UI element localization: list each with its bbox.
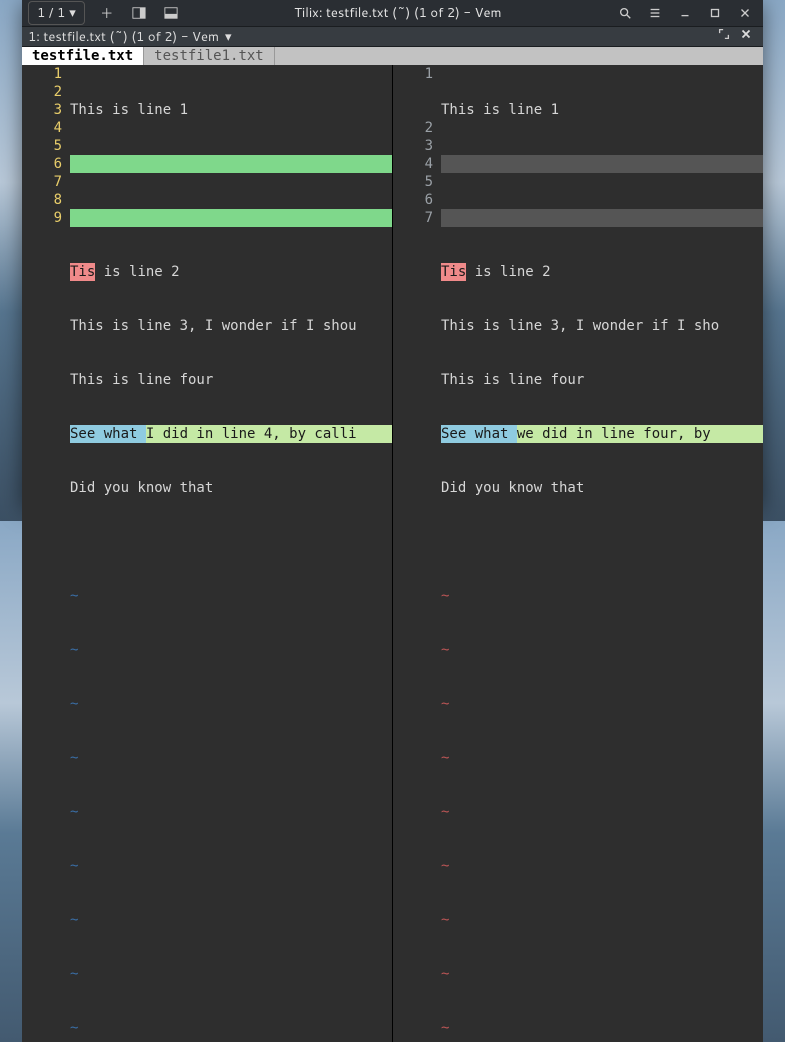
tilde-line: ~ <box>441 587 763 605</box>
text-line: This is line 3, I wonder if I shou <box>70 317 357 335</box>
left-gutter: 1 2 3 4 5 6 7 8 9 <box>22 65 70 1042</box>
minimize-icon <box>678 6 692 20</box>
split-down-button[interactable] <box>157 0 185 26</box>
terminal-tabbar: 1: testfile.txt (~) (1 of 2) - Vem ▾ <box>22 27 763 47</box>
left-pane[interactable]: 1 2 3 4 5 6 7 8 9 This is line 1 Tis is … <box>22 65 392 1042</box>
left-content[interactable]: This is line 1 Tis is line 2 This is lin… <box>70 65 392 1042</box>
text-line: is line 2 <box>466 263 550 281</box>
right-pane[interactable]: 1 2 3 4 5 6 7 This is line 1 Tis is line… <box>392 65 763 1042</box>
diff-removed-segment: Tis <box>70 263 95 281</box>
tilde-line: ~ <box>70 965 392 983</box>
session-count: 1 / 1 <box>37 4 65 22</box>
line-number: 5 <box>22 137 62 155</box>
new-session-button[interactable]: ＋ <box>93 0 121 26</box>
text-line: This is line four <box>441 371 584 389</box>
text-line: This is line 3, I wonder if I sho <box>441 317 719 335</box>
tilde-line: ~ <box>441 1019 763 1037</box>
line-number: 1 <box>393 65 433 83</box>
close-icon <box>739 27 753 41</box>
buffer-tab-active[interactable]: testfile.txt <box>22 47 144 65</box>
line-number: 2 <box>22 83 62 101</box>
line-number: 2 <box>393 119 433 137</box>
chevron-down-icon: ▾ <box>69 4 76 22</box>
split-right-button[interactable] <box>125 0 153 26</box>
diff-filler-line <box>441 155 763 173</box>
maximize-icon <box>708 6 722 20</box>
line-number: 8 <box>22 191 62 209</box>
buffer-tab-label: testfile1.txt <box>154 47 264 65</box>
expand-icon <box>717 27 731 41</box>
tilde-line: ~ <box>70 803 392 821</box>
diff-removed-segment: Tis <box>441 263 466 281</box>
buffer-tab-inactive[interactable]: testfile1.txt <box>144 47 275 65</box>
window-titlebar: 1 / 1 ▾ ＋ Tilix: testfile.txt (~) (1 of … <box>22 0 763 27</box>
hamburger-icon <box>648 6 662 20</box>
editor-area: testfile.txt testfile1.txt 1 2 3 4 5 6 7… <box>22 47 763 1042</box>
line-number: 7 <box>393 209 433 227</box>
chevron-down-icon[interactable]: ▾ <box>225 28 232 46</box>
text-line: This is line 1 <box>441 101 559 119</box>
terminal-window: 1 / 1 ▾ ＋ Tilix: testfile.txt (~) (1 of … <box>22 0 763 505</box>
buffer-tab-strip: testfile.txt testfile1.txt <box>22 47 763 65</box>
line-number: 5 <box>393 173 433 191</box>
tilde-line: ~ <box>70 587 392 605</box>
close-pane-button[interactable] <box>735 27 757 46</box>
tilde-line: ~ <box>70 1019 392 1037</box>
close-window-button[interactable] <box>731 0 759 26</box>
tilde-line: ~ <box>70 911 392 929</box>
tilde-line: ~ <box>441 641 763 659</box>
text-line: is line 2 <box>95 263 179 281</box>
split-down-icon <box>164 6 178 20</box>
line-number: 3 <box>393 137 433 155</box>
split-right-icon <box>132 6 146 20</box>
close-icon <box>738 6 752 20</box>
right-content[interactable]: This is line 1 Tis is line 2 This is lin… <box>441 65 763 1042</box>
buffer-tab-filler <box>275 47 763 65</box>
line-number: 6 <box>393 191 433 209</box>
menu-button[interactable] <box>641 0 669 26</box>
tilde-line: ~ <box>441 695 763 713</box>
diff-changed-segment: I did in line 4, by calli <box>146 425 392 443</box>
diff-added-line <box>70 209 392 227</box>
search-button[interactable] <box>611 0 639 26</box>
line-number: 7 <box>22 173 62 191</box>
diff-changed-segment: See what <box>70 425 146 443</box>
tilde-line: ~ <box>441 749 763 767</box>
minimize-button[interactable] <box>671 0 699 26</box>
split-panes: 1 2 3 4 5 6 7 8 9 This is line 1 Tis is … <box>22 65 763 1042</box>
right-gutter: 1 2 3 4 5 6 7 <box>393 65 441 1042</box>
line-number <box>393 83 433 101</box>
diff-changed-segment: we did in line four, by <box>517 425 763 443</box>
line-number: 6 <box>22 155 62 173</box>
text-line: Did you know that <box>70 479 213 497</box>
line-number: 4 <box>22 119 62 137</box>
line-number: 4 <box>393 155 433 173</box>
terminal-tab-label[interactable]: 1: testfile.txt (~) (1 of 2) - Vem <box>28 28 219 46</box>
diff-changed-segment: See what <box>441 425 517 443</box>
tilde-line: ~ <box>70 749 392 767</box>
tilde-line: ~ <box>441 911 763 929</box>
diff-filler-line <box>441 209 763 227</box>
tilde-line: ~ <box>70 695 392 713</box>
window-title: Tilix: testfile.txt (~) (1 of 2) - Vem <box>185 4 611 22</box>
tilde-line: ~ <box>441 965 763 983</box>
tilde-line: ~ <box>441 857 763 875</box>
buffer-tab-label: testfile.txt <box>32 47 133 65</box>
search-icon <box>618 6 632 20</box>
tilde-line: ~ <box>70 641 392 659</box>
session-selector[interactable]: 1 / 1 ▾ <box>28 1 85 25</box>
line-number: 3 <box>22 101 62 119</box>
maximize-button[interactable] <box>701 0 729 26</box>
text-line: This is line 1 <box>70 101 188 119</box>
text-line: This is line four <box>70 371 213 389</box>
line-number <box>393 101 433 119</box>
maximize-pane-button[interactable] <box>713 27 735 46</box>
diff-added-line <box>70 155 392 173</box>
line-number: 1 <box>22 65 62 83</box>
tilde-line: ~ <box>441 803 763 821</box>
line-number: 9 <box>22 209 62 227</box>
tilde-line: ~ <box>70 857 392 875</box>
text-line: Did you know that <box>441 479 584 497</box>
plus-icon: ＋ <box>100 3 113 23</box>
